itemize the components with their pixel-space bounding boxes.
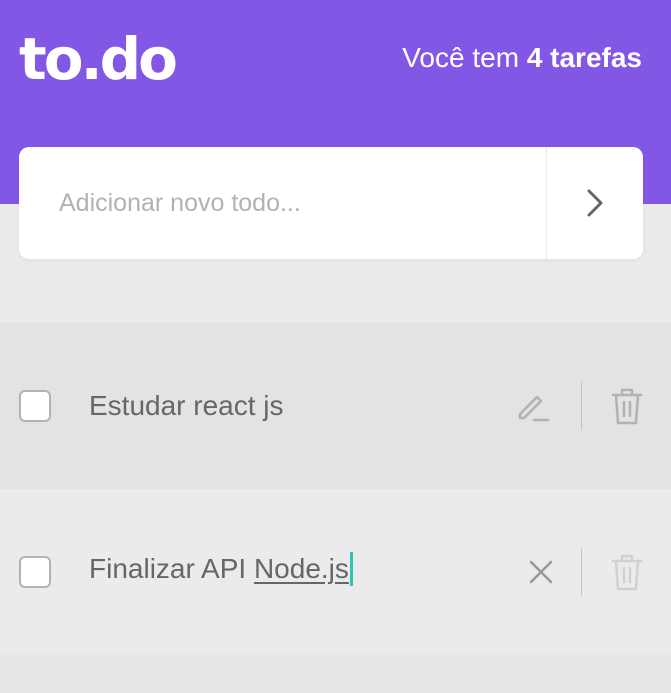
task-counter-prefix: Você tem <box>402 42 527 73</box>
delete-task-button-disabled[interactable] <box>607 552 647 592</box>
task-title-edit-field[interactable]: Finalizar API Node.js <box>89 551 353 587</box>
action-divider <box>581 548 582 596</box>
task-row-partial <box>0 655 671 693</box>
pencil-icon <box>518 395 550 422</box>
task-row: Estudar react js <box>0 323 671 489</box>
add-todo-button[interactable] <box>546 147 643 259</box>
delete-task-button[interactable] <box>607 386 647 426</box>
new-todo-input[interactable] <box>19 147 546 259</box>
trash-icon <box>611 388 643 425</box>
edit-task-button[interactable] <box>512 386 552 426</box>
task-title-text: Finalizar API <box>89 553 254 584</box>
task-title-spellcheck-word: Node.js <box>253 553 349 584</box>
text-caret <box>349 552 353 586</box>
app-logo: to.do <box>19 25 178 93</box>
task-row: Finalizar API Node.js <box>0 489 671 655</box>
action-divider <box>581 382 582 430</box>
chevron-right-icon <box>587 189 603 217</box>
task-checkbox[interactable] <box>19 390 51 422</box>
task-counter-value: 4 tarefas <box>526 42 642 73</box>
trash-icon <box>611 554 643 591</box>
task-title: Estudar react js <box>89 390 284 421</box>
new-todo-form <box>19 147 643 259</box>
close-icon <box>529 560 553 584</box>
task-checkbox[interactable] <box>19 556 51 588</box>
cancel-edit-button[interactable] <box>521 552 561 592</box>
task-counter: Você tem 4 tarefas <box>402 40 642 76</box>
